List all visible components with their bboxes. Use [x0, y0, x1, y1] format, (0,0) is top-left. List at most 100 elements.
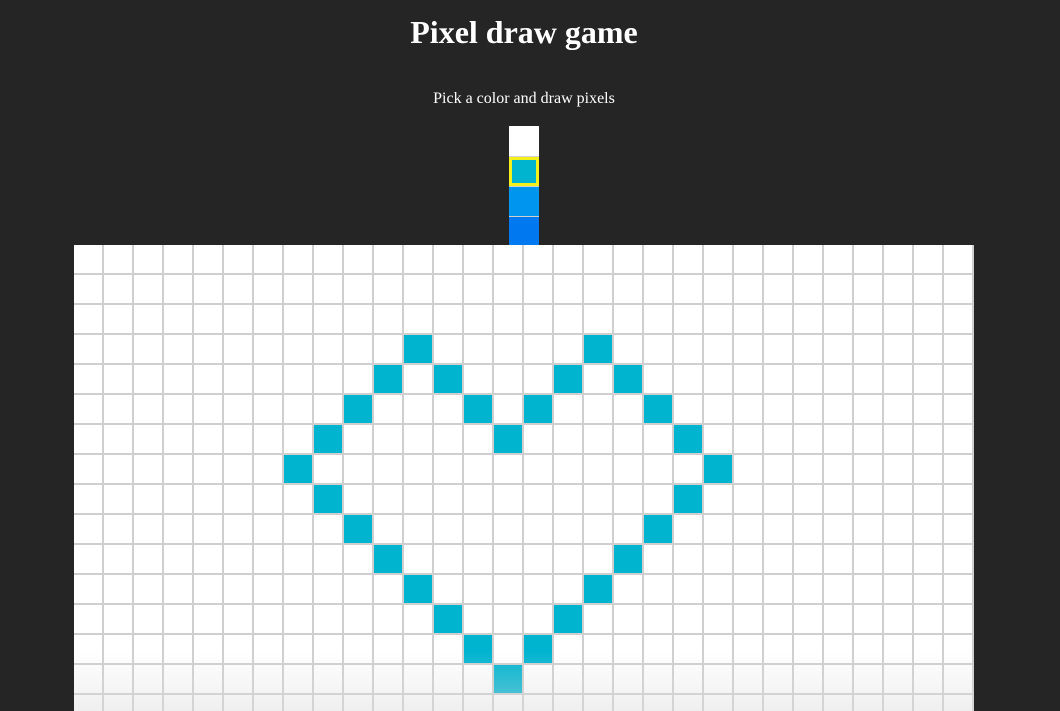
- pixel-cell[interactable]: [824, 695, 854, 711]
- pixel-cell[interactable]: [344, 425, 374, 455]
- pixel-cell[interactable]: [464, 665, 494, 695]
- pixel-cell[interactable]: [584, 515, 614, 545]
- pixel-cell[interactable]: [284, 485, 314, 515]
- pixel-cell[interactable]: [794, 545, 824, 575]
- pixel-cell[interactable]: [944, 425, 974, 455]
- pixel-cell[interactable]: [104, 635, 134, 665]
- pixel-cell[interactable]: [764, 245, 794, 275]
- pixel-cell[interactable]: [614, 275, 644, 305]
- pixel-cell[interactable]: [674, 245, 704, 275]
- pixel-cell[interactable]: [344, 275, 374, 305]
- pixel-cell[interactable]: [614, 455, 644, 485]
- pixel-cell[interactable]: [164, 635, 194, 665]
- pixel-cell[interactable]: [464, 305, 494, 335]
- pixel-cell[interactable]: [764, 365, 794, 395]
- pixel-cell[interactable]: [914, 305, 944, 335]
- pixel-cell[interactable]: [104, 455, 134, 485]
- pixel-cell[interactable]: [794, 425, 824, 455]
- pixel-cell[interactable]: [434, 455, 464, 485]
- pixel-cell[interactable]: [254, 245, 284, 275]
- pixel-cell[interactable]: [794, 275, 824, 305]
- pixel-cell[interactable]: [614, 245, 644, 275]
- pixel-cell[interactable]: [194, 305, 224, 335]
- pixel-cell[interactable]: [674, 335, 704, 365]
- pixel-cell[interactable]: [224, 275, 254, 305]
- pixel-cell[interactable]: [584, 275, 614, 305]
- pixel-cell[interactable]: [194, 455, 224, 485]
- pixel-cell[interactable]: [224, 485, 254, 515]
- pixel-cell[interactable]: [854, 455, 884, 485]
- pixel-cell[interactable]: [914, 335, 944, 365]
- pixel-cell[interactable]: [404, 665, 434, 695]
- pixel-cell[interactable]: [284, 305, 314, 335]
- pixel-cell[interactable]: [74, 515, 104, 545]
- pixel-cell[interactable]: [764, 515, 794, 545]
- pixel-cell[interactable]: [644, 365, 674, 395]
- pixel-cell[interactable]: [404, 545, 434, 575]
- pixel-cell[interactable]: [884, 275, 914, 305]
- pixel-cell[interactable]: [314, 395, 344, 425]
- pixel-cell[interactable]: [794, 245, 824, 275]
- pixel-cell[interactable]: [314, 605, 344, 635]
- pixel-cell[interactable]: [674, 545, 704, 575]
- pixel-cell[interactable]: [794, 335, 824, 365]
- pixel-cell[interactable]: [254, 695, 284, 711]
- pixel-cell[interactable]: [704, 275, 734, 305]
- pixel-cell[interactable]: [614, 485, 644, 515]
- pixel-cell[interactable]: [74, 245, 104, 275]
- pixel-cell[interactable]: [164, 695, 194, 711]
- pixel-cell[interactable]: [794, 305, 824, 335]
- pixel-cell[interactable]: [164, 395, 194, 425]
- pixel-cell[interactable]: [794, 515, 824, 545]
- pixel-cell-painted[interactable]: [434, 365, 464, 395]
- pixel-cell[interactable]: [224, 365, 254, 395]
- pixel-cell[interactable]: [824, 275, 854, 305]
- pixel-cell[interactable]: [704, 425, 734, 455]
- pixel-cell[interactable]: [344, 605, 374, 635]
- palette-swatch-cyan[interactable]: [509, 156, 539, 186]
- pixel-canvas[interactable]: [74, 245, 974, 711]
- pixel-cell[interactable]: [854, 515, 884, 545]
- pixel-cell[interactable]: [314, 455, 344, 485]
- pixel-cell[interactable]: [824, 575, 854, 605]
- pixel-cell[interactable]: [494, 545, 524, 575]
- pixel-cell[interactable]: [734, 425, 764, 455]
- pixel-cell[interactable]: [374, 425, 404, 455]
- pixel-cell[interactable]: [464, 365, 494, 395]
- pixel-cell[interactable]: [134, 425, 164, 455]
- pixel-cell[interactable]: [554, 395, 584, 425]
- pixel-cell[interactable]: [914, 575, 944, 605]
- pixel-cell[interactable]: [374, 275, 404, 305]
- pixel-cell[interactable]: [944, 605, 974, 635]
- pixel-cell[interactable]: [194, 665, 224, 695]
- pixel-cell[interactable]: [224, 425, 254, 455]
- pixel-cell[interactable]: [854, 575, 884, 605]
- pixel-cell[interactable]: [734, 305, 764, 335]
- pixel-cell[interactable]: [374, 665, 404, 695]
- pixel-cell[interactable]: [884, 515, 914, 545]
- pixel-cell[interactable]: [554, 245, 584, 275]
- pixel-cell[interactable]: [344, 695, 374, 711]
- pixel-cell[interactable]: [764, 395, 794, 425]
- pixel-cell[interactable]: [194, 635, 224, 665]
- pixel-cell[interactable]: [194, 545, 224, 575]
- pixel-cell[interactable]: [134, 275, 164, 305]
- pixel-cell[interactable]: [854, 275, 884, 305]
- pixel-cell[interactable]: [524, 245, 554, 275]
- pixel-cell[interactable]: [854, 665, 884, 695]
- pixel-cell[interactable]: [254, 665, 284, 695]
- pixel-cell[interactable]: [524, 575, 554, 605]
- pixel-cell[interactable]: [764, 545, 794, 575]
- pixel-cell[interactable]: [614, 635, 644, 665]
- pixel-cell[interactable]: [224, 695, 254, 711]
- pixel-cell[interactable]: [704, 635, 734, 665]
- pixel-cell[interactable]: [344, 455, 374, 485]
- pixel-cell[interactable]: [74, 485, 104, 515]
- pixel-cell[interactable]: [884, 485, 914, 515]
- pixel-cell[interactable]: [554, 515, 584, 545]
- pixel-cell[interactable]: [224, 545, 254, 575]
- pixel-cell[interactable]: [854, 635, 884, 665]
- pixel-cell[interactable]: [794, 665, 824, 695]
- pixel-cell[interactable]: [74, 545, 104, 575]
- pixel-cell[interactable]: [614, 695, 644, 711]
